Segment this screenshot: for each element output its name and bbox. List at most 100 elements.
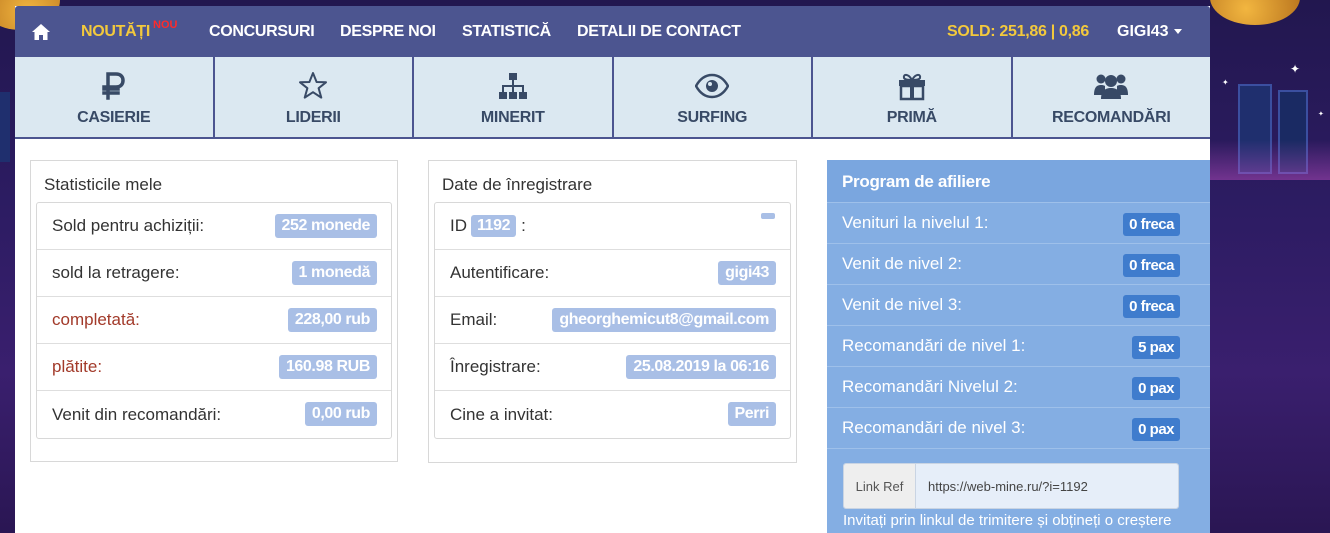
row-label: Înregistrare: <box>450 357 541 376</box>
row-label: Recomandări Nivelul 2: <box>842 377 1018 396</box>
eye-icon <box>695 73 730 99</box>
top-navbar: NOUTĂȚI NOU CONCURSURI DESPRE NOI STATIS… <box>15 6 1210 57</box>
ref-link-input[interactable] <box>916 464 1178 508</box>
nav-about[interactable]: DESPRE NOI <box>340 23 436 41</box>
nav-news[interactable]: NOUTĂȚI <box>81 23 150 41</box>
panel-title: Program de afiliere <box>827 160 1210 203</box>
stats-list: Sold pentru achiziții: 252 monede sold l… <box>36 202 392 439</box>
row-label: Venit de nivel 3: <box>842 295 963 314</box>
value-badge: 1 monedă <box>291 261 377 285</box>
user-menu[interactable]: GIGI43 <box>1117 23 1182 41</box>
tile-label: LIDERII <box>285 109 341 126</box>
list-item: Recomandări de nivel 3: 0 pax <box>827 408 1210 449</box>
value-badge: gheorghemicut8@gmail.com <box>552 308 776 332</box>
panel-title: Statisticile mele <box>44 175 163 194</box>
value-badge: Perri <box>727 402 776 426</box>
list-item: Venit din recomandări: 0,00 rub <box>37 391 391 438</box>
stats-panel: Statisticile mele Sold pentru achiziții:… <box>30 160 398 462</box>
tile-recomandari[interactable]: RECOMANDĂRI <box>1013 57 1211 137</box>
row-label: Recomandări de nivel 1: <box>842 336 1026 355</box>
affiliate-panel: Program de afiliere Venituri la nivelul … <box>827 160 1210 533</box>
value-badge: 0 pax <box>1132 418 1180 441</box>
tile-label: PRIMĂ <box>886 109 937 126</box>
new-badge: NOU <box>153 19 178 31</box>
row-label: Cine a invitat: <box>450 404 553 424</box>
ruble-icon <box>102 72 125 100</box>
list-item: Sold pentru achiziții: 252 monede <box>37 203 391 250</box>
feature-tiles: CASIERIE LIDERII MINERIT SURFING PRIMĂ R… <box>15 57 1210 139</box>
id-badge: 1192 <box>471 215 517 237</box>
list-item: sold la retragere: 1 monedă <box>37 250 391 297</box>
value-badge: 25.08.2019 la 06:16 <box>626 355 776 379</box>
list-item: Venituri la nivelul 1: 0 freca <box>827 203 1210 244</box>
nav-contests[interactable]: CONCURSURI <box>209 23 315 41</box>
ref-link-group: Link Ref <box>843 463 1179 509</box>
list-item: Autentificare: gigi43 <box>435 250 790 297</box>
tile-prima[interactable]: PRIMĂ <box>813 57 1013 137</box>
tile-liderii[interactable]: LIDERII <box>215 57 414 137</box>
list-item: Venit de nivel 2: 0 freca <box>827 244 1210 285</box>
nav-statistics[interactable]: STATISTICĂ <box>462 23 551 41</box>
row-label: Venituri la nivelul 1: <box>842 213 989 232</box>
list-item: Înregistrare: 25.08.2019 la 06:16 <box>435 344 790 391</box>
list-item: Email: gheorghemicut8@gmail.com <box>435 297 790 344</box>
value-badge: 0 pax <box>1132 377 1180 400</box>
value-badge: 5 pax <box>1132 336 1180 359</box>
star-icon <box>299 72 328 99</box>
city-glow-decoration <box>1210 140 1330 180</box>
sitemap-icon <box>498 73 527 99</box>
star-decoration: ✦ <box>1318 111 1324 118</box>
planet-decoration <box>1210 0 1300 25</box>
tile-surfing[interactable]: SURFING <box>614 57 813 137</box>
list-item: Venit de nivel 3: 0 freca <box>827 285 1210 326</box>
registration-panel: Date de înregistrare ID 1192 : Autentifi… <box>428 160 797 463</box>
row-label: Venit de nivel 2: <box>842 254 963 273</box>
row-label: completată: <box>52 310 140 329</box>
nav-contact[interactable]: DETALII DE CONTACT <box>577 23 741 41</box>
tile-label: CASIERIE <box>77 109 151 126</box>
building-decoration <box>0 92 10 162</box>
list-item: Recomandări Nivelul 2: 0 pax <box>827 367 1210 408</box>
balance-display: SOLD: 251,86 | 0,86 <box>947 23 1089 40</box>
row-label: Email: <box>450 310 498 329</box>
main-container: NOUTĂȚI NOU CONCURSURI DESPRE NOI STATIS… <box>15 6 1210 533</box>
star-decoration: ✦ <box>1222 78 1229 87</box>
username: GIGI43 <box>1117 23 1169 40</box>
tile-label: RECOMANDĂRI <box>1052 109 1171 126</box>
row-label: Sold pentru achiziții: <box>52 216 205 235</box>
value-badge: 252 monede <box>274 214 377 238</box>
value-badge: 0 freca <box>1123 295 1180 318</box>
registration-list: ID 1192 : Autentificare: gigi43 Email: g… <box>434 202 791 439</box>
caret-down-icon <box>1173 29 1182 35</box>
list-item: ID 1192 : <box>435 203 790 250</box>
tile-label: SURFING <box>677 109 748 126</box>
panel-title: Date de înregistrare <box>442 175 593 194</box>
row-label: Autentificare: <box>450 263 550 282</box>
tile-minerit[interactable]: MINERIT <box>414 57 614 137</box>
users-icon <box>1094 74 1129 99</box>
home-icon[interactable] <box>31 23 51 41</box>
row-label: plătite: <box>52 357 103 376</box>
row-label: sold la retragere: <box>52 263 180 282</box>
value-badge: 160.98 RUB <box>278 355 377 379</box>
list-item: Recomandări de nivel 1: 5 pax <box>827 326 1210 367</box>
list-item: plătite: 160.98 RUB <box>37 344 391 391</box>
list-item: completată: 228,00 rub <box>37 297 391 344</box>
affiliate-footer-text: Invitați prin linkul de trimitere și obț… <box>843 512 1172 529</box>
ref-link-label: Link Ref <box>844 464 916 508</box>
id-suffix: : <box>521 216 526 235</box>
tile-label: MINERIT <box>480 109 545 126</box>
row-label: Venit din recomandări: <box>52 404 222 424</box>
row-label: Recomandări de nivel 3: <box>842 418 1026 437</box>
star-decoration: ✦ <box>1290 62 1301 76</box>
value-badge: gigi43 <box>718 261 776 285</box>
value-badge: 0 freca <box>1123 254 1180 277</box>
list-item: Cine a invitat: Perri <box>435 391 790 438</box>
value-badge: 0 freca <box>1123 213 1180 236</box>
tile-casierie[interactable]: CASIERIE <box>15 57 215 137</box>
gift-icon <box>898 73 925 101</box>
value-badge: 228,00 rub <box>287 308 377 332</box>
empty-badge <box>761 213 775 219</box>
id-label: ID <box>450 216 467 235</box>
value-badge: 0,00 rub <box>304 402 377 426</box>
